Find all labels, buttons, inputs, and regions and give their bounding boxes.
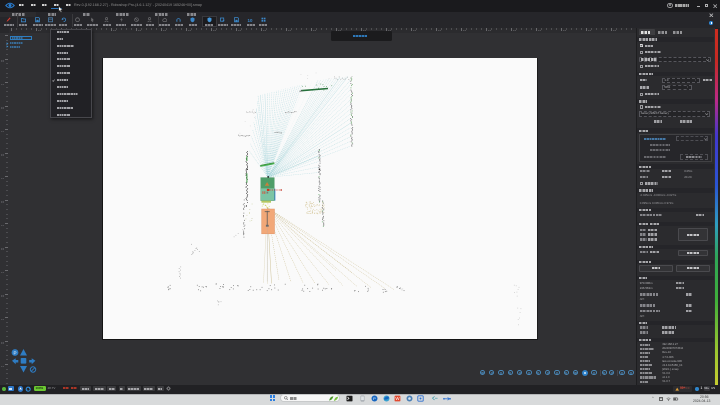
svg-text:P: P bbox=[373, 396, 376, 401]
svg-text:P: P bbox=[13, 350, 16, 355]
